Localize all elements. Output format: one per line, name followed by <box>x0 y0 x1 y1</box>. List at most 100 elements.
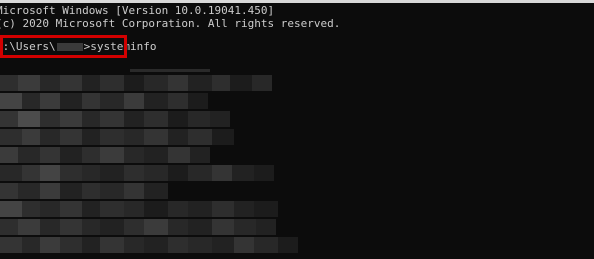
command-highlight-box <box>0 35 127 58</box>
pixelated-block <box>0 93 22 109</box>
console-output[interactable]: Microsoft Windows [Version 10.0.19041.45… <box>0 3 594 259</box>
pixelated-block <box>60 129 82 145</box>
pixelated-block <box>0 75 18 91</box>
pixelated-block <box>40 147 60 163</box>
pixelated-block <box>18 183 40 199</box>
pixelated-block <box>124 201 144 217</box>
pixelated-block <box>100 111 124 127</box>
pixelated-block <box>212 129 234 145</box>
pixelated-block <box>168 147 190 163</box>
pixelated-block <box>188 75 212 91</box>
pixelated-block <box>124 237 144 253</box>
pixelated-block <box>188 111 210 127</box>
pixelated-block <box>100 165 124 181</box>
pixelated-block <box>144 75 168 91</box>
pixelated-block <box>124 75 144 91</box>
pixelated-block <box>100 201 124 217</box>
pixelated-block <box>22 201 40 217</box>
pixelated-block <box>0 129 22 145</box>
pixelated-block <box>254 201 278 217</box>
pixelated-block <box>144 93 168 109</box>
pixelated-block <box>82 147 100 163</box>
pixelated-block <box>0 165 22 181</box>
pixelated-block <box>100 75 124 91</box>
pixelated-block <box>212 75 230 91</box>
pixelated-block <box>18 75 40 91</box>
pixelated-block <box>0 237 22 253</box>
pixelated-block <box>40 129 60 145</box>
pixelated-block <box>60 111 82 127</box>
pixelated-block <box>82 183 100 199</box>
pixelated-block <box>18 147 40 163</box>
pixelated-block <box>124 165 144 181</box>
pixelated-block <box>144 147 168 163</box>
pixelated-block <box>100 129 124 145</box>
pixelated-block <box>124 183 144 199</box>
pixelated-block <box>40 111 60 127</box>
pixelated-block <box>124 129 144 145</box>
pixelated-block <box>100 183 124 199</box>
pixelated-block <box>82 111 100 127</box>
pixelated-block <box>168 201 188 217</box>
pixelated-block <box>234 201 254 217</box>
pixelated-block <box>100 147 124 163</box>
version-line: Microsoft Windows [Version 10.0.19041.45… <box>0 4 275 17</box>
pixelated-block <box>124 219 144 235</box>
pixelated-block <box>144 111 168 127</box>
pixelated-block <box>124 147 144 163</box>
pixelated-block <box>40 183 60 199</box>
pixelated-block <box>144 165 168 181</box>
pixelated-block <box>82 75 100 91</box>
pixelated-block <box>40 165 60 181</box>
pixelated-block <box>100 93 124 109</box>
pixelated-block <box>144 201 168 217</box>
pixelated-block <box>60 219 82 235</box>
pixelated-block <box>40 237 60 253</box>
pixelated-block <box>60 237 82 253</box>
pixelated-block <box>254 237 278 253</box>
pixelated-block <box>188 93 208 109</box>
pixelated-block <box>0 219 18 235</box>
pixelated-block <box>168 75 188 91</box>
pixelated-block <box>188 129 212 145</box>
pixelated-block <box>230 75 252 91</box>
pixelated-block <box>22 165 40 181</box>
pixelated-block <box>210 111 230 127</box>
pixelated-block <box>124 111 144 127</box>
pixelated-block <box>254 165 274 181</box>
pixelated-block <box>60 165 82 181</box>
pixelated-block <box>168 93 188 109</box>
pixelated-block <box>82 201 100 217</box>
pixelated-block <box>0 147 18 163</box>
pixelated-block <box>60 183 82 199</box>
pixelated-block <box>234 237 254 253</box>
pixelated-block <box>168 111 188 127</box>
pixelated-block <box>82 93 100 109</box>
pixelated-block <box>40 75 60 91</box>
pixelated-block <box>82 129 100 145</box>
pixelated-block <box>188 165 212 181</box>
pixelated-block <box>278 237 298 253</box>
pixelated-block <box>212 219 234 235</box>
pixelated-block <box>188 219 212 235</box>
pixelated-block <box>168 219 188 235</box>
pixelated-block <box>100 237 124 253</box>
pixelated-block <box>60 201 82 217</box>
pixelated-block <box>144 219 168 235</box>
pixelated-block <box>168 129 188 145</box>
pixelated-block <box>0 201 22 217</box>
pixelated-block <box>168 165 188 181</box>
pixelated-block <box>190 147 210 163</box>
pixelated-block <box>168 237 188 253</box>
pixelated-block <box>22 93 40 109</box>
copyright-line: (c) 2020 Microsoft Corporation. All righ… <box>0 17 341 30</box>
pixelated-block <box>144 183 168 199</box>
pixelated-block <box>82 237 100 253</box>
pixelated-block <box>212 165 232 181</box>
pixelated-block <box>100 219 124 235</box>
redacted-output-fragment <box>130 69 210 72</box>
pixelated-block <box>82 219 100 235</box>
pixelated-block <box>22 237 40 253</box>
pixelated-block <box>212 201 234 217</box>
pixelated-block <box>40 201 60 217</box>
